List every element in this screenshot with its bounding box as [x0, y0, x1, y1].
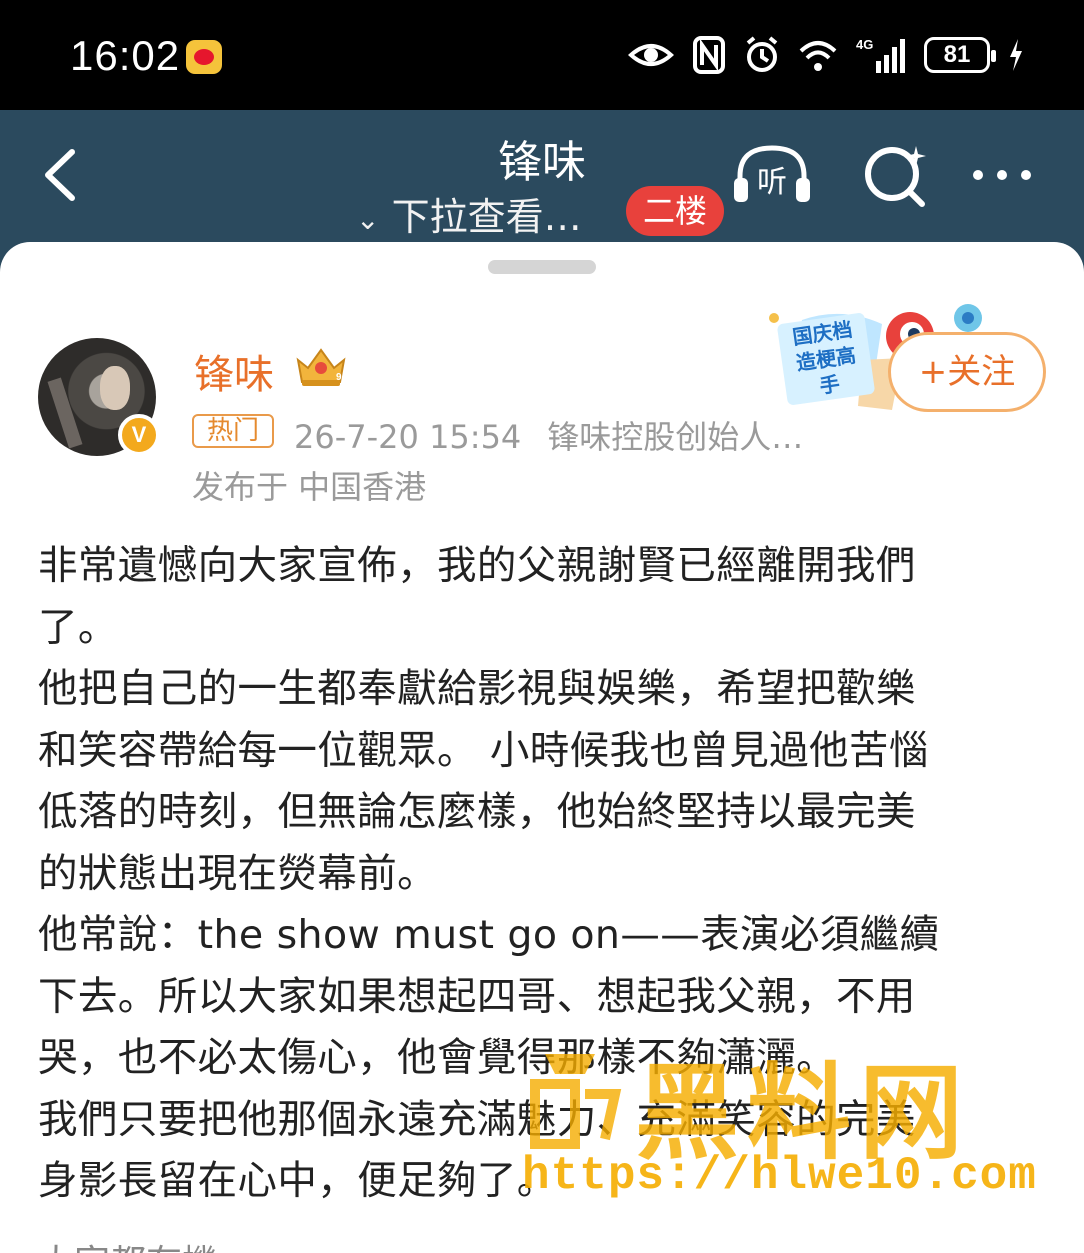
page-header: 锋味 ⌄ 下拉查看… 二楼 听 — [0, 110, 1084, 260]
nfc-icon — [693, 36, 725, 74]
post-text-line: 非常遺憾向大家宣佈，我的父親謝賢已經離開我們 — [38, 543, 916, 589]
post-meta: 26-7-20 15:54 锋味控股创始人… — [294, 412, 803, 458]
post-text-line: 他把自己的一生都奉獻給影視與娛樂，希望把歡樂 — [38, 666, 916, 712]
more-options-button[interactable] — [962, 140, 1046, 210]
listen-button[interactable]: 听 — [730, 140, 814, 210]
wifi-icon — [799, 41, 837, 71]
alarm-icon — [746, 36, 778, 72]
weibo-notification-icon — [186, 40, 222, 74]
username[interactable]: 锋味 — [194, 342, 274, 400]
network-type: 4G — [856, 37, 873, 52]
battery-indicator: 81 — [924, 37, 996, 73]
post-text-line: 下去。所以大家如果想起四哥、想起我父親，不用 — [38, 973, 916, 1020]
hot-tag: 热门 — [192, 414, 274, 448]
pull-down-hint[interactable]: ⌄ 下拉查看… — [356, 186, 582, 241]
post-text-line: 的狀態出現在熒幕前。 — [38, 850, 437, 897]
search-button[interactable] — [858, 140, 942, 210]
status-icons: 4G 81 — [628, 30, 1024, 80]
status-time: 16:02 — [70, 32, 181, 79]
post-timestamp: 26-7-20 15:54 — [294, 418, 522, 456]
pull-down-label: 下拉查看… — [391, 195, 582, 239]
post-text-line: 他常說：the show must go on——表演必須繼續 — [38, 912, 940, 958]
chevron-down-icon: ⌄ — [356, 203, 380, 236]
signal-icon: 4G — [856, 37, 905, 73]
eye-icon — [628, 44, 674, 66]
post-text-cutoff: 大家都有機 — [38, 1234, 218, 1253]
verified-badge-icon: V — [118, 414, 160, 456]
post-text-line: 低落的時刻，但無論怎麼樣，他始終堅持以最完美 — [38, 789, 916, 835]
status-bar: 16:02 4G 81 — [0, 0, 1084, 110]
post-text-line: 了。 — [38, 604, 118, 651]
watermark-url: https://hlwe10.com — [522, 1150, 1037, 1202]
promo-label: 国庆档 造梗高手 — [776, 312, 876, 406]
post-location: 发布于 中国香港 — [192, 468, 427, 506]
promo-line-2: 造梗高手 — [794, 342, 858, 399]
level-number: 9 — [336, 372, 342, 383]
crown-level-icon: 9 — [296, 348, 346, 386]
drag-handle[interactable] — [488, 260, 596, 274]
listen-label: 听 — [757, 165, 787, 200]
post-text-line: 和笑容帶給每一位觀眾。 小時候我也曾見過他苦惱 — [38, 727, 929, 774]
follow-button[interactable]: +关注 — [888, 332, 1046, 412]
second-floor-badge[interactable]: 二楼 — [626, 186, 724, 236]
charging-icon — [1010, 39, 1022, 71]
